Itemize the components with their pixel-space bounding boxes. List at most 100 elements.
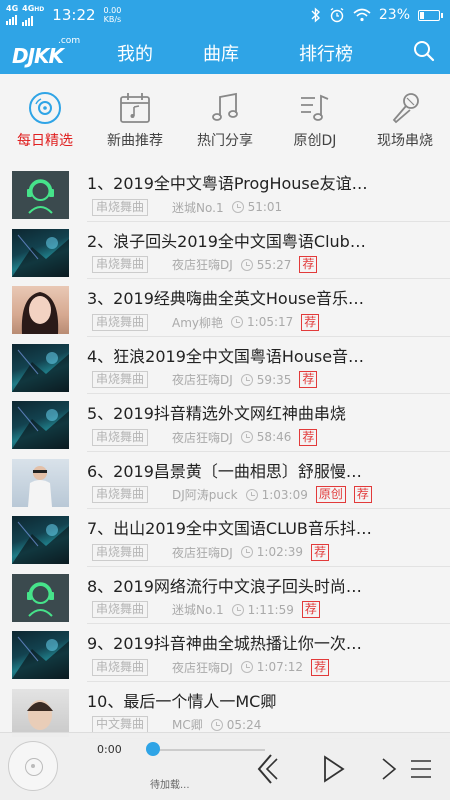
clock-icon [240,546,253,558]
track-title: 2、浪子回头2019全中文国粤语Club… [87,231,366,251]
album-disc-icon[interactable] [8,741,58,791]
playlist-icon[interactable] [411,760,431,778]
artist-name: MC卿 [172,718,203,732]
track-row[interactable]: 3、2019经典嗨曲全英文House音乐… 串烧舞曲 Amy柳艳 1:05:17 荐 [0,279,450,337]
artist-name: 夜店狂嗨DJ [172,373,233,387]
category-bar: 每日精选 新曲推荐 热门分享 原创DJ 现场串烧 [0,74,450,152]
track-meta: 串烧舞曲 夜店狂嗨DJ 1:07:12 荐 [92,658,330,676]
alarm-icon [330,7,344,23]
track-duration: 1:03:09 [261,487,308,502]
track-row[interactable]: 1、2019全中文粤语ProgHouse友谊… 串烧舞曲 迷城No.1 51:01 [0,164,450,222]
clock-icon [240,373,253,386]
category-label: 新曲推荐 [107,133,163,149]
clock-icon [240,258,253,271]
next-icon[interactable] [382,758,397,780]
track-row[interactable]: 5、2019抖音精选外文网红神曲串烧 串烧舞曲 夜店狂嗨DJ 58:46 荐 [0,394,450,452]
track-row[interactable]: 6、2019昌景黄〔一曲相思〕舒服慢… 串烧舞曲 DJ阿涛puck 1:03:09 原创… [0,452,450,509]
player-time: 0:00 [97,743,122,756]
clock-icon [245,488,258,501]
track-meta: 串烧舞曲 夜店狂嗨DJ 55:27 荐 [92,256,318,274]
clock-icon [210,718,223,731]
track-meta: 串烧舞曲 迷城No.1 51:01 [92,198,282,216]
clock-icon [240,661,253,673]
genre-tag: 串烧舞曲 [92,601,149,618]
genre-tag: 串烧舞曲 [92,543,149,561]
note-list-icon [301,94,329,121]
progress-knob[interactable] [146,742,160,756]
artist-name: Amy柳艳 [172,315,224,330]
sim2-signal: 4GHD [22,4,44,26]
track-title: 10、最后一个情人一MC卿 [87,691,277,711]
track-thumbnail [12,343,69,392]
track-row[interactable]: 10、最后一个情人一MC卿中文舞曲 MC卿 05:24 [0,682,450,739]
track-row[interactable]: 9、2019抖音神曲全城热播让你一次… 串烧舞曲 夜店狂嗨DJ 1:07:12 荐 [0,624,450,682]
genre-tag: 串烧舞曲 [92,486,149,503]
artist-name: 迷城No.1 [172,200,224,215]
track-duration: 1:02:39 [256,545,304,559]
category-new-songs[interactable]: 新曲推荐 [90,84,180,150]
track-title: 9、2019抖音神曲全城热播让你一次… [87,634,362,653]
track-thumbnail [12,516,69,564]
track-duration: 05:24 [226,717,262,732]
tab-library[interactable]: 曲库 [203,40,239,66]
genre-tag: 串烧舞曲 [92,371,149,388]
dj-avatar-icon [12,573,69,622]
recommended-badge: 荐 [299,256,318,273]
track-thumbnail [12,228,69,277]
artist-name: 夜店狂嗨DJ [172,430,233,445]
play-icon[interactable] [324,755,345,783]
battery-percent: 23% [378,7,410,23]
track-row[interactable]: 7、出山2019全中文国语CLUB音乐抖… 串烧舞曲 夜店狂嗨DJ 1:02:39 荐 [0,509,450,567]
artist-name: 夜店狂嗨DJ [172,660,233,675]
track-title: 7、出山2019全中文国语CLUB音乐抖… [87,519,372,538]
search-icon[interactable] [412,39,436,63]
battery-icon [418,9,443,21]
track-row[interactable]: 4、狂浪2019全中文国粤语House音… 串烧舞曲 夜店狂嗨DJ 59:35 荐 [0,337,450,394]
track-duration: 1:05:17 [247,315,294,329]
progress-track[interactable] [150,749,265,751]
genre-tag: 串烧舞曲 [92,256,149,273]
player-bar: 0:00 待加载... [0,732,450,800]
genre-tag: 中文舞曲 [92,716,149,733]
tab-mine[interactable]: 我的 [117,40,153,66]
player-status: 待加载... [150,780,190,791]
track-meta: 串烧舞曲 Amy柳艳 1:05:17 荐 [92,313,320,331]
clock-time: 13:22 [52,6,96,24]
category-hot-share[interactable]: 热门分享 [180,84,270,150]
track-meta: 串烧舞曲 DJ阿涛puck 1:03:09 原创荐 [92,486,372,504]
artist-name: 夜店狂嗨DJ [172,545,233,560]
track-thumbnail [12,401,69,449]
status-bar: 4G 4GHD 13:22 0.00 KB/s 23% [0,0,450,30]
track-duration: 58:46 [256,430,292,444]
track-row[interactable]: 2、浪子回头2019全中文国粤语Club… 串烧舞曲 夜店狂嗨DJ 55:27 荐 [0,222,450,279]
genre-tag: 串烧舞曲 [92,658,149,676]
category-daily-picks[interactable]: 每日精选 [0,84,90,150]
track-title: 6、2019昌景黄〔一曲相思〕舒服慢… [87,461,362,481]
category-live-mix[interactable]: 现场串烧 [360,84,450,150]
track-thumbnail [12,688,69,737]
calendar-music-icon [120,93,150,123]
track-duration: 1:11:59 [247,602,294,617]
track-meta: 中文舞曲 MC卿 05:24 [92,716,261,734]
category-original-dj[interactable]: 原创DJ [270,84,360,150]
tab-charts[interactable]: 排行榜 [299,40,353,66]
track-title: 1、2019全中文粤语ProgHouse友谊… [87,174,368,193]
previous-icon[interactable] [257,754,278,784]
genre-tag: 串烧舞曲 [92,313,149,331]
track-duration: 1:07:12 [256,660,304,674]
recommended-badge: 荐 [301,601,320,618]
clock-icon [240,431,253,443]
track-row[interactable]: 8、2019网络流行中文浪子回头时尚… 串烧舞曲 迷城No.1 1:11:59 荐 [0,567,450,624]
clock-icon [231,201,244,213]
track-duration: 55:27 [256,257,292,272]
original-badge: 原创 [315,486,346,503]
track-thumbnail [12,631,69,679]
track-duration: 59:35 [256,372,292,387]
music-note-icon [212,92,238,121]
app-logo[interactable]: .com DJKK [8,35,80,69]
genre-tag: 串烧舞曲 [92,198,149,216]
clock-icon [231,603,244,616]
recommended-badge: 荐 [299,371,318,388]
track-meta: 串烧舞曲 夜店狂嗨DJ 1:02:39 荐 [92,543,330,561]
dj-avatar-icon [12,171,69,219]
